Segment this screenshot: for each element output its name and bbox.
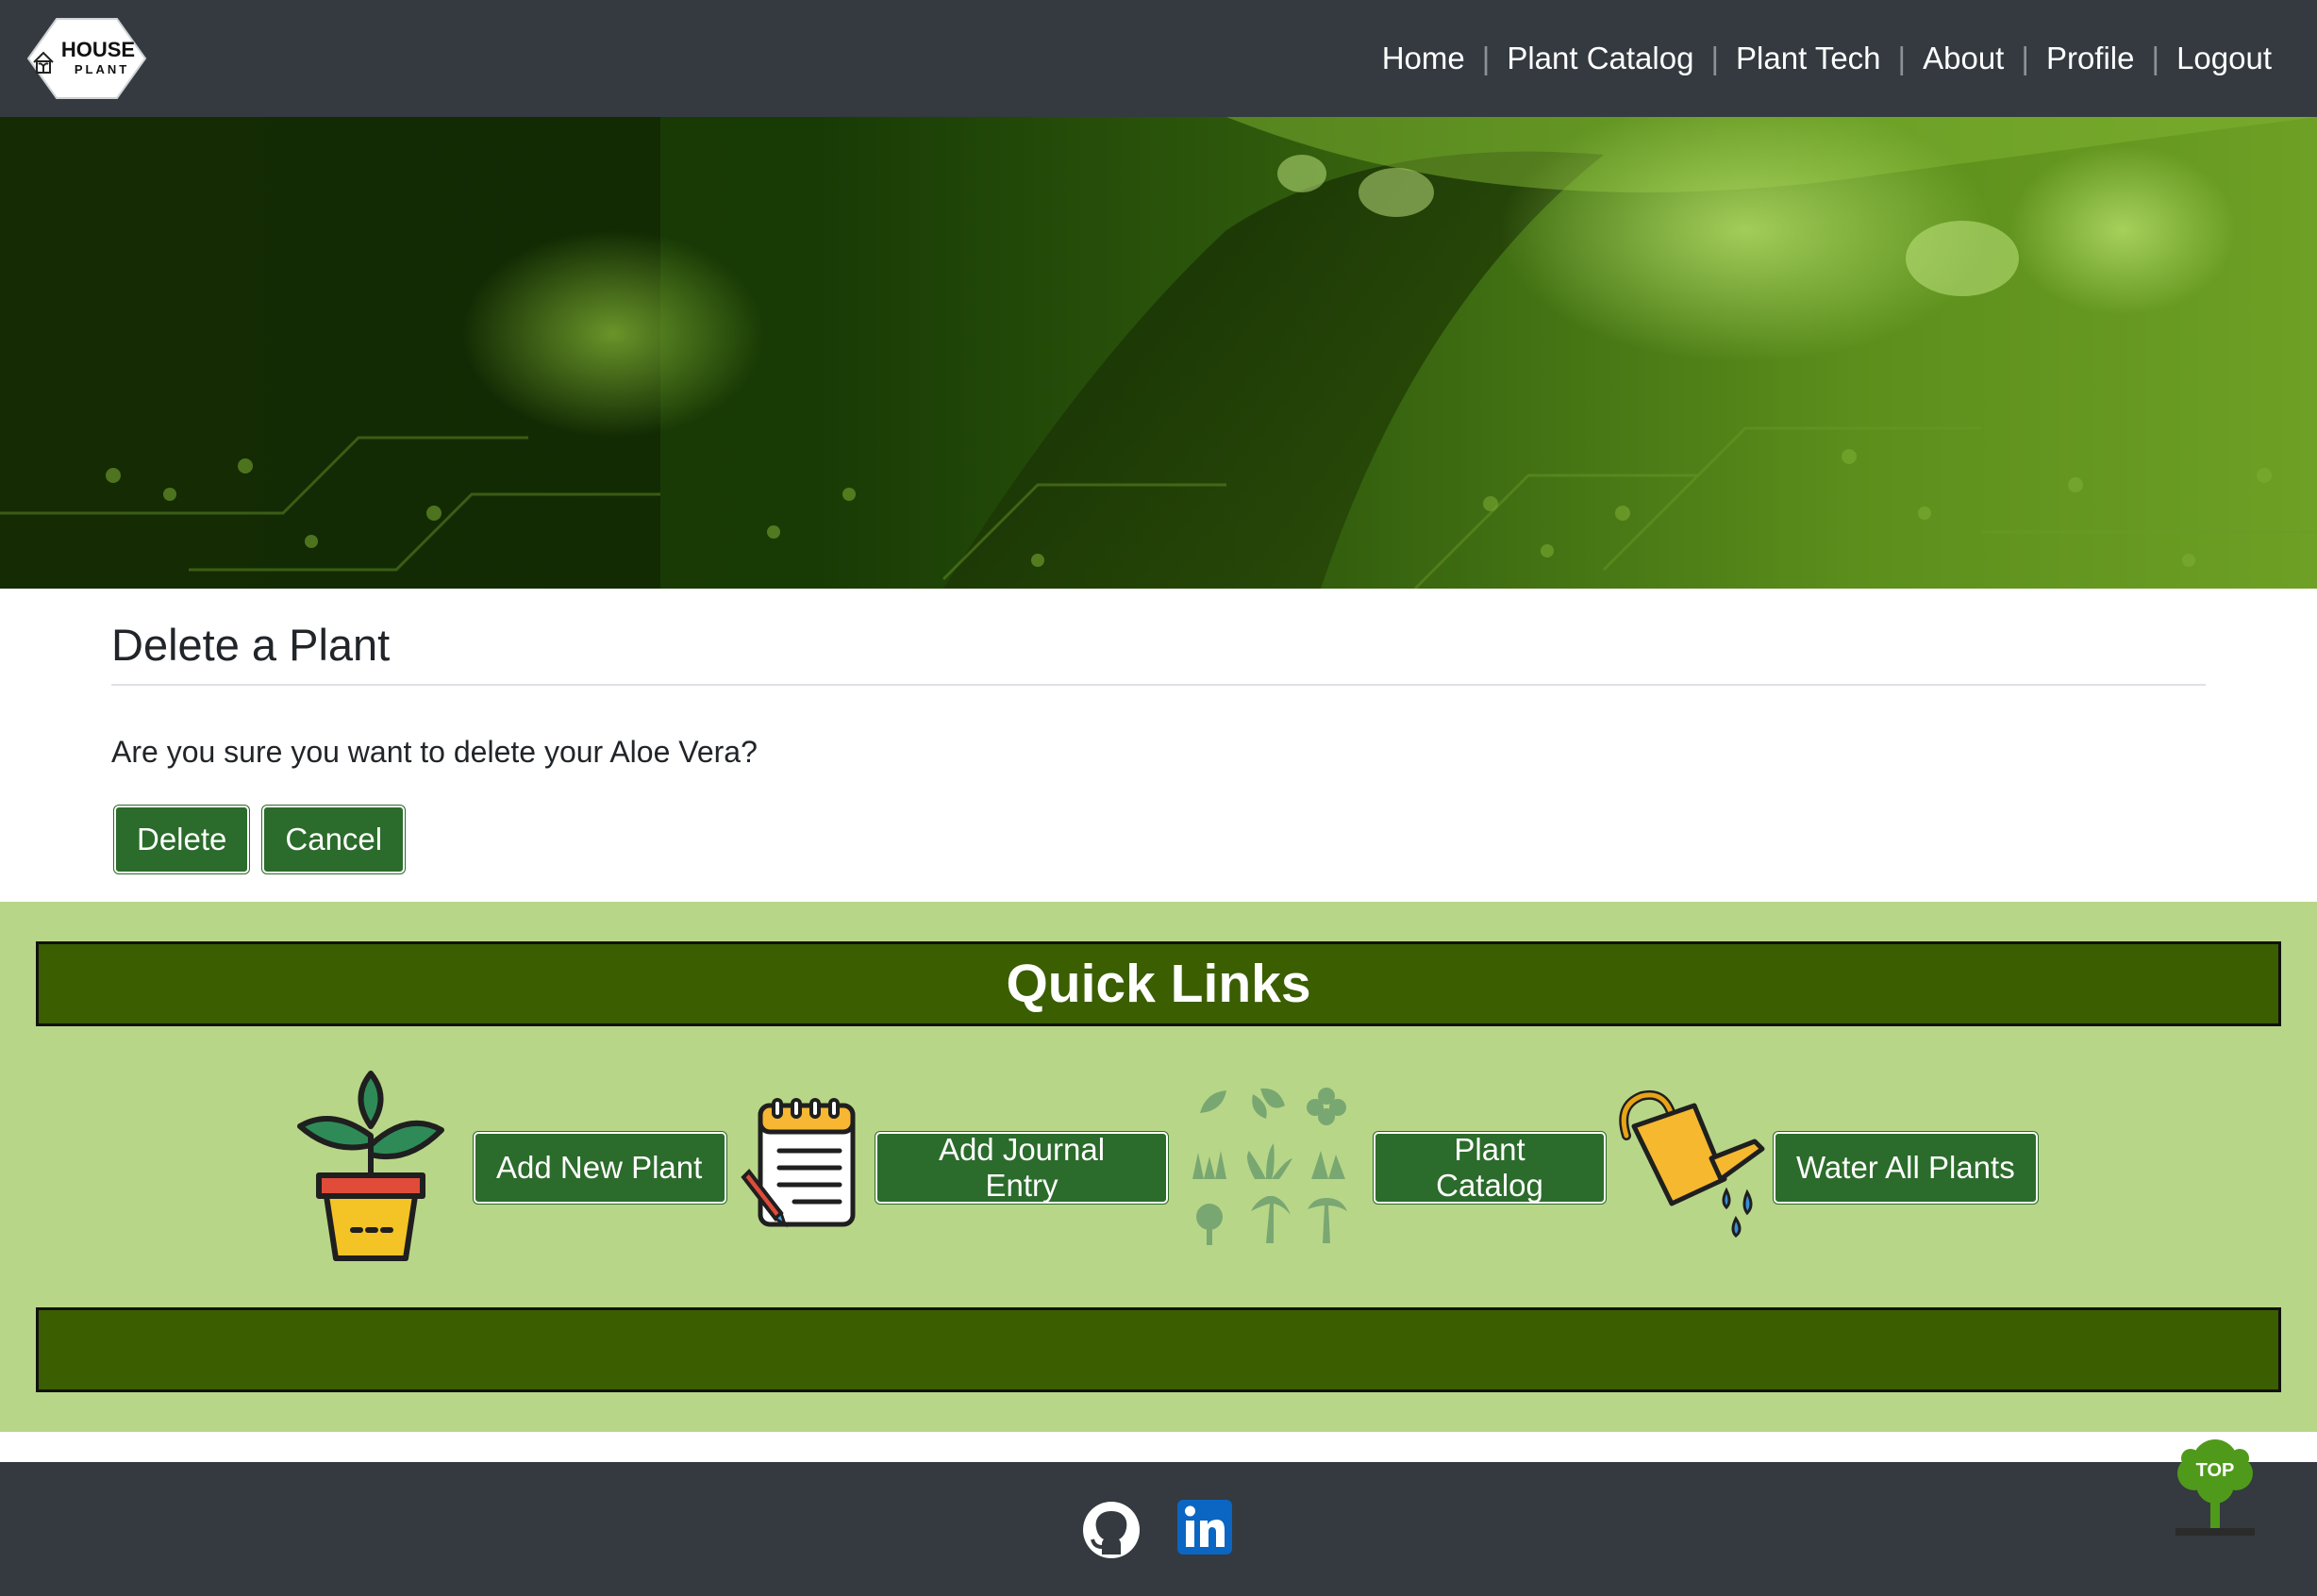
- quick-links-header: Quick Links: [36, 941, 2281, 1026]
- linkedin-icon[interactable]: [1175, 1498, 1234, 1556]
- logo-text-plant: PLANT: [75, 62, 129, 76]
- cancel-button[interactable]: Cancel: [262, 806, 406, 873]
- water-all-plants-button[interactable]: Water All Plants: [1774, 1132, 2038, 1204]
- nav-separator: |: [2151, 41, 2160, 75]
- nav-about[interactable]: About: [1923, 41, 2004, 76]
- nav-plant-tech[interactable]: Plant Tech: [1736, 41, 1881, 76]
- notepad-pencil-icon: [741, 1098, 856, 1228]
- page-title: Delete a Plant: [111, 620, 391, 670]
- nav-separator: |: [1710, 41, 1720, 75]
- potted-plant-icon: [297, 1071, 444, 1261]
- delete-button[interactable]: Delete: [114, 806, 250, 873]
- nav-plant-catalog[interactable]: Plant Catalog: [1507, 41, 1693, 76]
- nav-separator: |: [1897, 41, 1907, 75]
- nav-home[interactable]: Home: [1382, 41, 1465, 76]
- hero-banner: [0, 117, 2317, 589]
- main-nav: Home | Plant Catalog | Plant Tech | Abou…: [1382, 0, 2272, 117]
- nav-logout[interactable]: Logout: [2176, 41, 2272, 76]
- navbar: HOUSE PLANT Home | Plant Catalog | Plant…: [0, 0, 2317, 117]
- github-icon[interactable]: [1081, 1500, 1142, 1560]
- quick-links-title: Quick Links: [1006, 954, 1311, 1014]
- add-new-plant-button[interactable]: Add New Plant: [474, 1132, 726, 1204]
- nav-separator: |: [2021, 41, 2029, 75]
- title-divider: [111, 684, 2206, 686]
- main-content: Delete a Plant Are you sure you want to …: [111, 589, 2206, 873]
- quick-links-section: Quick Links Add New Plant Add Journal En…: [0, 902, 2317, 1432]
- logo-text-house: HOUSE: [61, 38, 135, 61]
- house-plant-logo[interactable]: HOUSE PLANT: [26, 17, 147, 100]
- footer: [0, 1462, 2317, 1596]
- hero-leaf-circuit-image: [0, 117, 2317, 589]
- plant-catalog-button[interactable]: Plant Catalog: [1374, 1132, 1606, 1204]
- confirm-actions: Delete Cancel: [111, 806, 2206, 873]
- delete-confirmation-text: Are you sure you want to delete your Alo…: [111, 735, 758, 769]
- nav-separator: |: [1481, 41, 1491, 75]
- add-journal-entry-button[interactable]: Add Journal Entry: [875, 1132, 1168, 1204]
- nav-profile[interactable]: Profile: [2046, 41, 2135, 76]
- top-label: TOP: [2196, 1460, 2235, 1481]
- plant-varieties-icon: [1192, 1088, 1347, 1245]
- quick-links-footer-bar: [36, 1307, 2281, 1392]
- back-to-top-button[interactable]: TOP: [2170, 1434, 2260, 1543]
- watering-can-icon: [1619, 1090, 1765, 1238]
